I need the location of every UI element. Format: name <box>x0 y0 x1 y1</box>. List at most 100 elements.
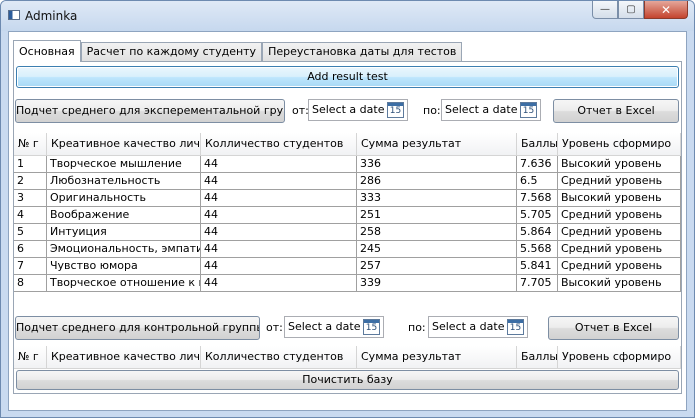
calendar-icon[interactable]: 15 <box>520 102 537 118</box>
cell-student-count[interactable]: 44 <box>201 156 357 173</box>
cell-quality[interactable]: Оригинальность <box>47 190 201 207</box>
tab-strip: Основная Расчет по каждому студенту Пере… <box>13 40 463 62</box>
tab-main[interactable]: Основная <box>13 40 81 62</box>
cell-number[interactable]: 6 <box>14 241 47 258</box>
calendar-day: 15 <box>522 106 535 116</box>
cell-number[interactable]: 8 <box>14 275 47 292</box>
app-window: Adminka — ▢ ✕ Основная Расчет по каждому… <box>0 0 695 418</box>
cell-student-count[interactable]: 44 <box>201 190 357 207</box>
experimental-from-datepicker[interactable]: Select a date 15 <box>308 99 408 121</box>
header-column-score[interactable]: Баллы <box>517 133 558 155</box>
calendar-icon[interactable]: 15 <box>507 319 524 335</box>
table-header: № г Креативное качество личнс Колличество … <box>14 346 681 369</box>
cell-score[interactable]: 6.5 <box>517 173 558 190</box>
clear-database-button[interactable]: Почистить базу <box>16 370 679 390</box>
cell-quality[interactable]: Эмоциональность, эмпатия <box>47 241 201 258</box>
minimize-button[interactable]: — <box>592 1 618 19</box>
cell-student-count[interactable]: 44 <box>201 241 357 258</box>
control-excel-button[interactable]: Отчет в Excel <box>548 316 679 340</box>
experimental-to-label: по: <box>423 104 441 117</box>
cell-sum[interactable]: 245 <box>357 241 517 258</box>
cell-sum[interactable]: 257 <box>357 258 517 275</box>
cell-level[interactable]: Средний уровень <box>558 224 681 241</box>
table-row[interactable]: 7 Чувство юмора 44 257 5.841 Средний уровень <box>14 258 681 275</box>
header-column-student-count[interactable]: Колличество студентов <box>201 133 357 155</box>
header-column-student-count[interactable]: Колличество студентов <box>201 346 357 368</box>
header-column-quality[interactable]: Креативное качество личнс <box>47 346 201 368</box>
cell-number[interactable]: 7 <box>14 258 47 275</box>
header-column-sum[interactable]: Сумма результат <box>357 346 517 368</box>
control-from-datepicker[interactable]: Select a date 15 <box>284 316 384 338</box>
table-row[interactable]: 4 Воображение 44 251 5.705 Средний уровень <box>14 207 681 224</box>
table-row[interactable]: 1 Творческое мышление 44 336 7.636 Высокий ур… <box>14 156 681 173</box>
calendar-day: 15 <box>365 323 378 333</box>
cell-quality[interactable]: Интуиция <box>47 224 201 241</box>
table-row[interactable]: 8 Творческое отношение к пр 44 339 7.705 Высо… <box>14 275 681 292</box>
header-column-sum[interactable]: Сумма результат <box>357 133 517 155</box>
cell-sum[interactable]: 339 <box>357 275 517 292</box>
cell-student-count[interactable]: 44 <box>201 207 357 224</box>
header-column-number[interactable]: № г <box>14 346 47 368</box>
cell-sum[interactable]: 258 <box>357 224 517 241</box>
maximize-button[interactable]: ▢ <box>618 1 644 19</box>
close-button[interactable]: ✕ <box>644 1 688 19</box>
cell-quality[interactable]: Воображение <box>47 207 201 224</box>
experimental-excel-button[interactable]: Отчет в Excel <box>553 99 679 123</box>
cell-score[interactable]: 7.705 <box>517 275 558 292</box>
header-column-level[interactable]: Уровень сформиро <box>558 346 681 368</box>
calc-experimental-button[interactable]: Подчет среднего для эксперементальной гр… <box>15 99 285 123</box>
header-column-level[interactable]: Уровень сформиро <box>558 133 681 155</box>
cell-level[interactable]: Средний уровень <box>558 207 681 224</box>
tab-reset-dates[interactable]: Переустановка даты для тестов <box>262 42 463 62</box>
title-bar[interactable]: Adminka — ▢ ✕ <box>1 1 694 31</box>
add-result-test-button[interactable]: Add result test <box>16 66 679 88</box>
tab-per-student[interactable]: Расчет по каждому студенту <box>80 42 263 62</box>
cell-level[interactable]: Средний уровень <box>558 173 681 190</box>
cell-quality[interactable]: Любознательность <box>47 173 201 190</box>
cell-level[interactable]: Средний уровень <box>558 241 681 258</box>
header-column-number[interactable]: № г <box>14 133 47 155</box>
table-row[interactable]: 6 Эмоциональность, эмпатия 44 245 5.568 Средн… <box>14 241 681 258</box>
cell-student-count[interactable]: 44 <box>201 258 357 275</box>
calc-control-button[interactable]: Подчет среднего для контрольной группы <box>15 316 260 340</box>
experimental-to-datepicker[interactable]: Select a date 15 <box>441 99 541 121</box>
cell-quality[interactable]: Творческое отношение к пр <box>47 275 201 292</box>
header-column-score[interactable]: Баллы <box>517 346 558 368</box>
cell-number[interactable]: 5 <box>14 224 47 241</box>
cell-student-count[interactable]: 44 <box>201 224 357 241</box>
cell-level[interactable]: Высокий уровень <box>558 275 681 292</box>
cell-level[interactable]: Средний уровень <box>558 258 681 275</box>
table-row[interactable]: 3 Оригинальность 44 333 7.568 Высокий уровень <box>14 190 681 207</box>
cell-number[interactable]: 4 <box>14 207 47 224</box>
cell-sum[interactable]: 251 <box>357 207 517 224</box>
calendar-icon[interactable]: 15 <box>387 102 404 118</box>
experimental-results-table[interactable]: № г Креативное качество личн Колличество с… <box>14 133 681 309</box>
cell-number[interactable]: 1 <box>14 156 47 173</box>
cell-number[interactable]: 2 <box>14 173 47 190</box>
calendar-icon[interactable]: 15 <box>363 319 380 335</box>
cell-number[interactable]: 3 <box>14 190 47 207</box>
table-row[interactable]: 2 Любознательность 44 286 6.5 Средний уровень <box>14 173 681 190</box>
cell-score[interactable]: 7.568 <box>517 190 558 207</box>
cell-sum[interactable]: 286 <box>357 173 517 190</box>
cell-student-count[interactable]: 44 <box>201 173 357 190</box>
cell-score[interactable]: 5.841 <box>517 258 558 275</box>
cell-quality[interactable]: Творческое мышление <box>47 156 201 173</box>
cell-score[interactable]: 5.864 <box>517 224 558 241</box>
table-row[interactable]: 5 Интуиция 44 258 5.864 Средний уровень <box>14 224 681 241</box>
cell-level[interactable]: Высокий уровень <box>558 190 681 207</box>
cell-score[interactable]: 7.636 <box>517 156 558 173</box>
control-to-datepicker[interactable]: Select a date 15 <box>428 316 528 338</box>
cell-score[interactable]: 5.705 <box>517 207 558 224</box>
client-area: Основная Расчет по каждому студенту Пере… <box>8 31 687 411</box>
cell-score[interactable]: 5.568 <box>517 241 558 258</box>
cell-level[interactable]: Высокий уровень <box>558 156 681 173</box>
cell-sum[interactable]: 336 <box>357 156 517 173</box>
cell-student-count[interactable]: 44 <box>201 275 357 292</box>
control-results-table[interactable]: № г Креативное качество личнс Колличество … <box>14 346 681 369</box>
cell-sum[interactable]: 333 <box>357 190 517 207</box>
cell-quality[interactable]: Чувство юмора <box>47 258 201 275</box>
app-icon <box>8 10 20 20</box>
header-column-quality[interactable]: Креативное качество личн <box>47 133 201 155</box>
calendar-day: 15 <box>509 323 522 333</box>
